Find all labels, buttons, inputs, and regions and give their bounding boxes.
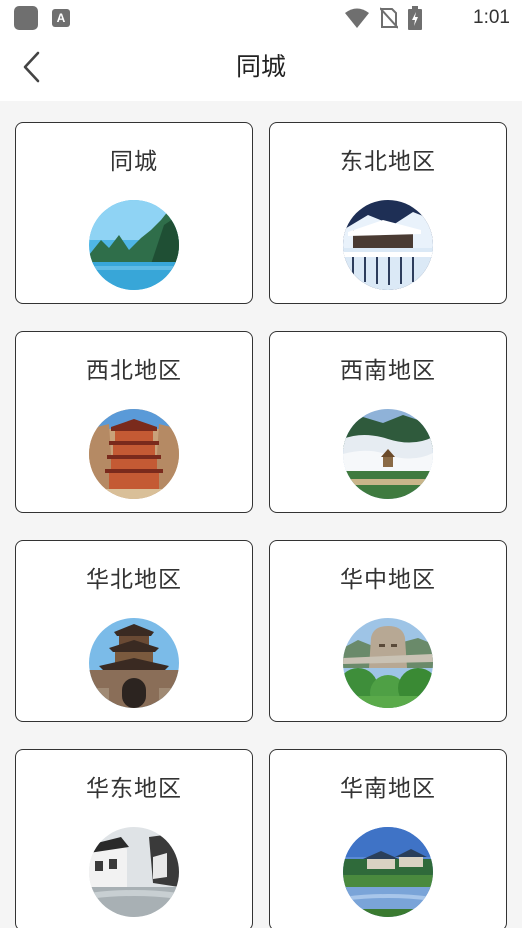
region-thumbnail: [89, 200, 179, 290]
region-label: 西北地区: [86, 358, 182, 384]
region-label: 同城: [110, 149, 158, 175]
region-thumbnail: [89, 827, 179, 917]
accessibility-notification-icon: A: [52, 9, 70, 27]
region-label: 华北地区: [86, 567, 182, 593]
region-label: 华南地区: [340, 776, 436, 802]
region-label: 华东地区: [86, 776, 182, 802]
status-icons: [344, 6, 422, 30]
region-card[interactable]: 同城: [15, 122, 253, 304]
page-title: 同城: [235, 52, 286, 81]
region-card[interactable]: 东北地区: [269, 122, 507, 304]
region-card[interactable]: 华北地区: [15, 540, 253, 722]
region-thumbnail: [343, 827, 433, 917]
top-app-bar: 同城: [0, 36, 522, 101]
region-card[interactable]: 华中地区: [269, 540, 507, 722]
region-card[interactable]: 西南地区: [269, 331, 507, 513]
region-thumbnail: [343, 409, 433, 499]
clock: 1:01: [473, 7, 510, 28]
region-card[interactable]: 华东地区: [15, 749, 253, 928]
region-label: 西南地区: [340, 358, 436, 384]
region-card[interactable]: 华南地区: [269, 749, 507, 928]
region-label: 华中地区: [340, 567, 436, 593]
region-thumbnail: [89, 409, 179, 499]
region-thumbnail: [343, 618, 433, 708]
battery-charging-icon: [408, 6, 422, 30]
region-card[interactable]: 西北地区: [15, 331, 253, 513]
status-bar: A 1:01: [0, 0, 522, 36]
app-notification-icon: [14, 6, 38, 30]
no-sim-icon: [380, 7, 398, 29]
region-thumbnail: [343, 200, 433, 290]
wifi-icon: [345, 8, 369, 28]
region-label: 东北地区: [340, 149, 436, 175]
region-thumbnail: [89, 618, 179, 708]
